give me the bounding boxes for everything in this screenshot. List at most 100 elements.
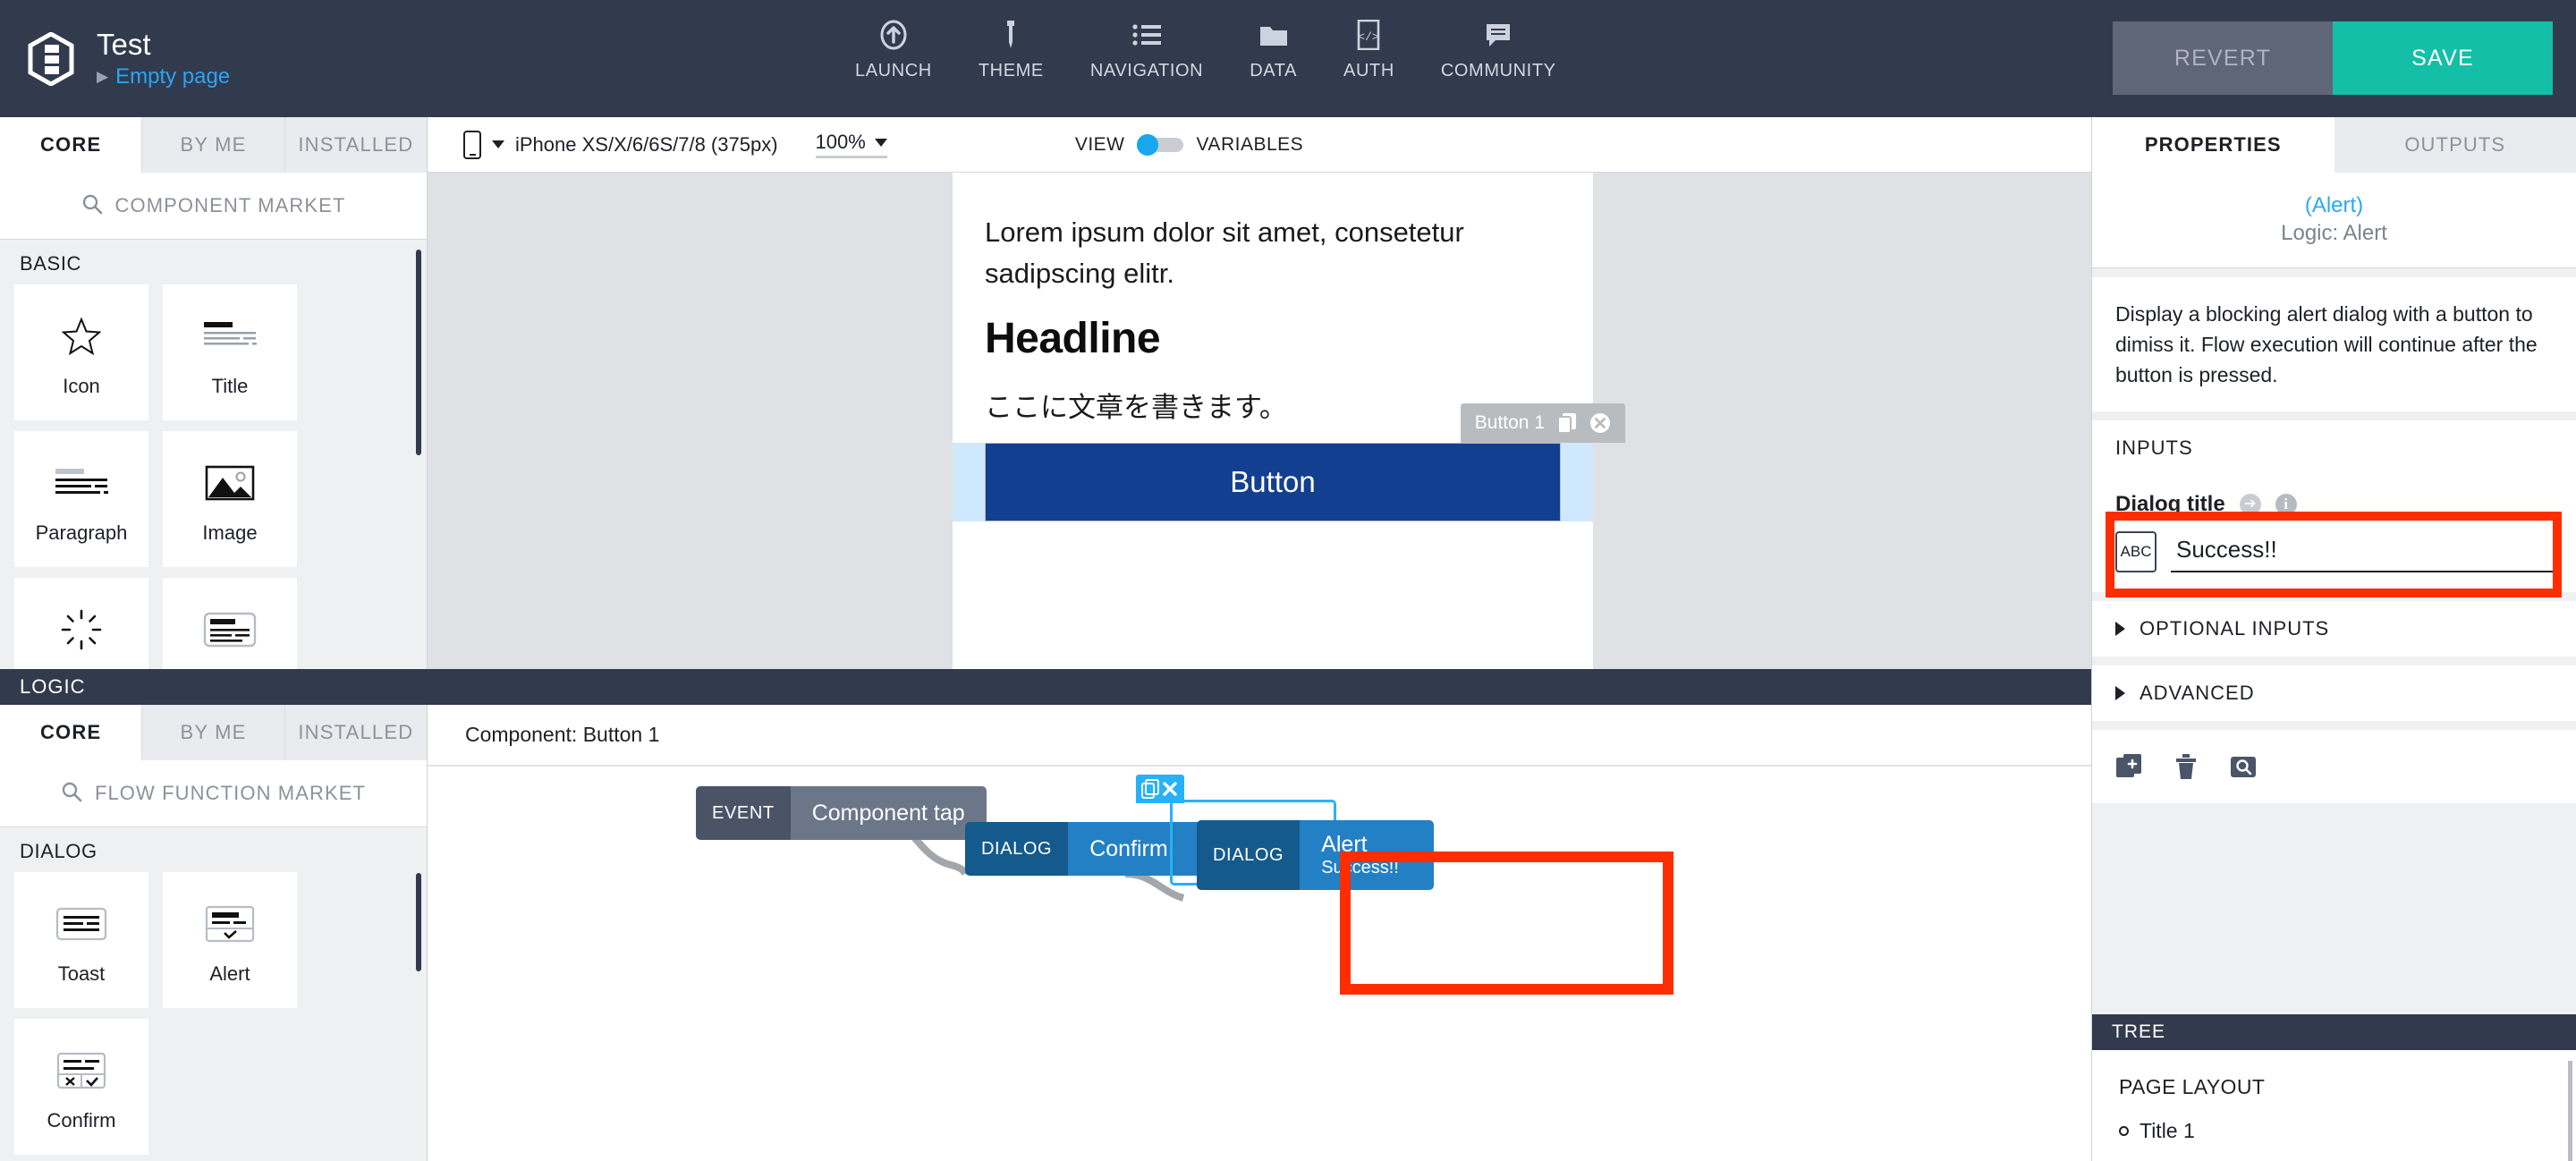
logic-tab-installed[interactable]: INSTALLED (285, 705, 427, 760)
nav-item-auth[interactable]: </> AUTH (1320, 18, 1418, 81)
component-market-search[interactable]: COMPONENT MARKET (0, 173, 427, 240)
logic-label: Toast (57, 962, 106, 985)
preview-button[interactable]: Button (985, 443, 1561, 521)
dialog-title-field-row: ABC (2115, 531, 2553, 572)
flow-node-event[interactable]: EVENT Component tap (696, 786, 987, 840)
nav-label-navigation: NAVIGATION (1089, 61, 1204, 81)
optional-inputs-section[interactable]: OPTIONAL INPUTS (2092, 601, 2576, 657)
tab-installed[interactable]: INSTALLED (285, 117, 427, 173)
tree-root-label[interactable]: PAGE LAYOUT (2119, 1075, 2550, 1099)
nav-label-data: DATA (1250, 61, 1298, 81)
selection-label: Button 1 (1474, 412, 1545, 433)
component-label: Icon (63, 375, 100, 397)
dialog-title-input-block: Dialog title ➔ i ABC (2092, 476, 2576, 592)
flow-node-alert[interactable]: DIALOG Alert Success!! (1197, 820, 1435, 890)
nocode-logo-icon (25, 30, 77, 87)
flow-node-title: Component tap (811, 801, 965, 826)
zoom-selector[interactable]: 100% (815, 131, 887, 158)
nav-label-theme: THEME (978, 61, 1044, 81)
title-lines-icon (202, 307, 258, 366)
arrow-right-circle-icon[interactable]: ➔ (2239, 494, 2261, 515)
duplicate-add-icon[interactable] (2115, 753, 2142, 780)
page-name: Empty page (115, 64, 231, 89)
preview-headline[interactable]: Headline (953, 294, 1593, 363)
type-badge-abc[interactable]: ABC (2115, 531, 2157, 572)
component-title[interactable]: Title (163, 284, 297, 420)
tab-outputs[interactable]: OUTPUTS (2334, 117, 2576, 173)
search-icon (81, 193, 103, 219)
logic-panel: CORE BY ME INSTALLED FLOW FUNCTION MARKE… (0, 705, 428, 1161)
duplicate-icon[interactable] (1557, 412, 1577, 434)
chevron-right-icon: ▶ (97, 68, 109, 85)
nav-item-data[interactable]: DATA (1226, 18, 1320, 81)
properties-node-header: (Alert) Logic: Alert (2092, 173, 2576, 268)
dialog-title-input[interactable] (2171, 536, 2553, 572)
flow-node-confirm[interactable]: DIALOG Confirm (965, 822, 1203, 876)
flow-node-subtitle: Success!! (1321, 858, 1399, 877)
trash-icon[interactable] (2174, 753, 2198, 780)
tree-item-title-1[interactable]: Title 1 (2119, 1119, 2550, 1143)
flow-node-toolbar (1136, 775, 1184, 803)
duplicate-icon[interactable] (1141, 779, 1159, 799)
close-x-icon[interactable] (1161, 780, 1179, 798)
node-subtitle: Logic: Alert (2281, 221, 2387, 245)
nav-item-theme[interactable]: THEME (955, 18, 1067, 81)
component-icon[interactable]: Icon (14, 284, 148, 420)
node-description: Display a blocking alert dialog with a b… (2092, 277, 2576, 411)
flow-header: Component: Button 1 (428, 705, 2315, 766)
chevron-right-icon (2115, 622, 2125, 636)
close-circle-icon[interactable] (1589, 412, 1611, 434)
device-selector[interactable]: iPhone XS/X/6/6S/7/8 (375px) (428, 130, 778, 159)
properties-panel: PROPERTIES OUTPUTS (Alert) Logic: Alert … (2091, 117, 2576, 1161)
logic-toast[interactable]: Toast (14, 872, 148, 1008)
view-variables-switch[interactable] (1137, 133, 1184, 156)
variables-label: VARIABLES (1196, 133, 1304, 155)
group-title-basic: BASIC (20, 252, 82, 275)
nav-item-community[interactable]: COMMUNITY (1418, 18, 1580, 81)
flow-node-body: Alert Success!! (1300, 820, 1435, 890)
preview-paragraph[interactable]: Lorem ipsum dolor sit amet, consetetur s… (953, 212, 1593, 294)
optional-inputs-label: OPTIONAL INPUTS (2140, 617, 2330, 640)
app-root: Test ▶ Empty page LAUNCH THEME NAVIGATIO… (0, 0, 2576, 1161)
card-icon (203, 600, 257, 659)
inputs-header: INPUTS (2092, 420, 2576, 476)
flow-function-market-search[interactable]: FLOW FUNCTION MARKET (0, 760, 427, 827)
nav-item-launch[interactable]: LAUNCH (832, 18, 955, 81)
logic-label: Confirm (47, 1109, 116, 1131)
info-icon[interactable]: i (2275, 494, 2297, 515)
flow-canvas[interactable]: EVENT Component tap DIALOG Confirm DIALO… (428, 766, 2315, 1161)
page-breadcrumb[interactable]: ▶ Empty page (97, 64, 230, 90)
logic-bar-title: LOGIC (20, 675, 86, 698)
tab-core[interactable]: CORE (0, 117, 143, 173)
logic-scrollbar[interactable] (416, 873, 421, 971)
component-image[interactable]: Image (163, 431, 297, 567)
chevron-down-icon (492, 140, 504, 148)
logic-tab-by-me[interactable]: BY ME (142, 705, 285, 760)
preview-button-wrapper: Button (953, 443, 1593, 521)
properties-tabs: PROPERTIES OUTPUTS (2092, 117, 2576, 173)
nav-item-navigation[interactable]: NAVIGATION (1067, 18, 1226, 81)
phone-frame: Lorem ipsum dolor sit amet, consetetur s… (953, 173, 1625, 669)
tree-body: PAGE LAYOUT Title 1 Paragraph 1 Title 2 (2092, 1050, 2576, 1161)
advanced-section[interactable]: ADVANCED (2092, 665, 2576, 721)
nav-label-community: COMMUNITY (1440, 61, 1556, 81)
save-button[interactable]: SAVE (2333, 21, 2553, 95)
tab-by-me[interactable]: BY ME (142, 117, 285, 173)
tab-properties[interactable]: PROPERTIES (2092, 117, 2334, 173)
preview-canvas: Lorem ipsum dolor sit amet, consetetur s… (428, 173, 2315, 669)
logic-tab-core[interactable]: CORE (0, 705, 143, 760)
brand-area: Test ▶ Empty page (0, 28, 832, 90)
search-square-icon[interactable] (2230, 753, 2257, 780)
speech-bubble-icon (1485, 18, 1512, 52)
phone-icon (463, 130, 481, 159)
logic-confirm[interactable]: Confirm (14, 1019, 148, 1155)
component-paragraph[interactable]: Paragraph (14, 431, 148, 567)
components-scrollbar[interactable] (416, 250, 421, 455)
tree-scrollbar[interactable] (2568, 1061, 2572, 1161)
logic-alert[interactable]: Alert (163, 872, 297, 1008)
flow-node-kind: EVENT (696, 786, 791, 840)
flow-header-label: Component: Button 1 (465, 723, 660, 746)
topbar-actions: REVERT SAVE (2113, 21, 2553, 95)
revert-button[interactable]: REVERT (2113, 21, 2333, 95)
view-variables-toggle[interactable]: VIEW VARIABLES (1075, 133, 1304, 156)
